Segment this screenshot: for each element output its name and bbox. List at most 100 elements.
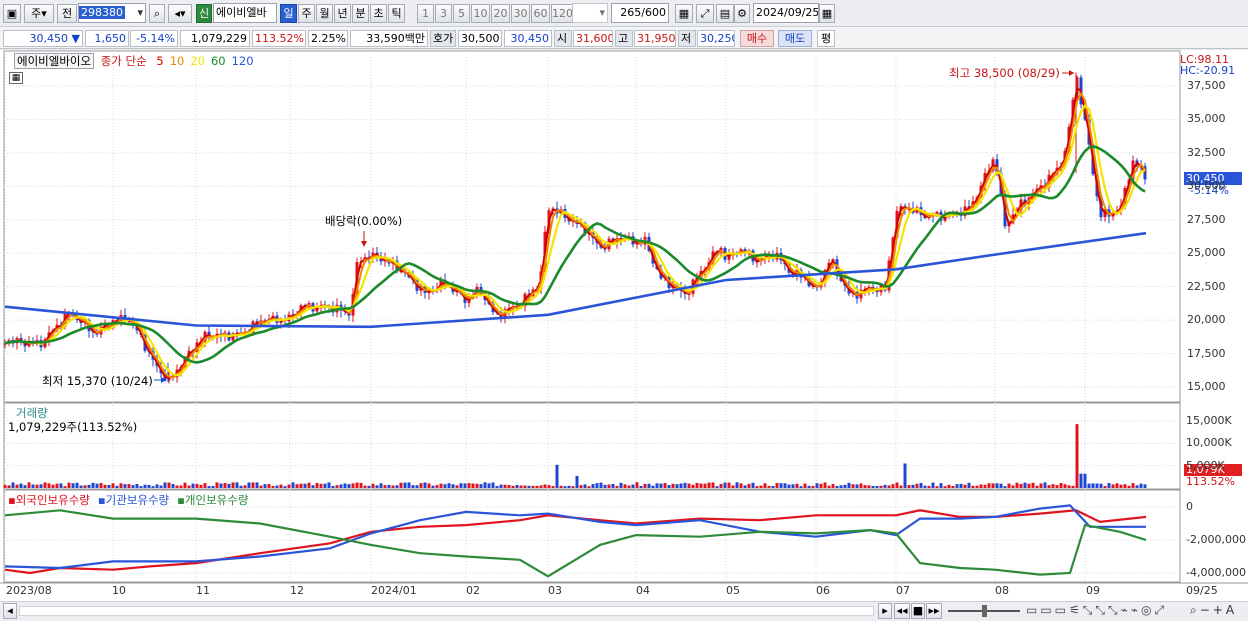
zoom-slider-thumb[interactable]: [982, 605, 987, 617]
period-tab-1[interactable]: 주: [298, 4, 315, 23]
ma-period-5: 5: [156, 54, 164, 68]
volume-bar: [107, 484, 111, 488]
volume-bar: [999, 483, 1003, 488]
volume-bar: [663, 482, 667, 488]
volume-bar: [527, 485, 531, 488]
volume-bar: [1111, 484, 1115, 488]
bid-value: 30,500: [458, 30, 502, 47]
volume-bar: [151, 486, 155, 488]
volume-bar: [739, 483, 743, 488]
volume-bar: [319, 483, 323, 488]
period-tab-0[interactable]: 일: [280, 4, 297, 23]
holder-tick-2: -4,000,000: [1186, 566, 1246, 579]
zoom-controls[interactable]: ⌕−+A: [1190, 603, 1237, 618]
volume-bar: [1039, 483, 1043, 488]
x-tick-9: 06: [816, 584, 830, 597]
interval-tab-4[interactable]: 20: [491, 4, 510, 23]
interval-tab-5[interactable]: 30: [511, 4, 530, 23]
prev-button[interactable]: 전: [57, 4, 77, 23]
price-tick-9: 15,000: [1187, 380, 1226, 393]
volume-tick-2: 5,000K: [1186, 458, 1225, 472]
period-tab-2[interactable]: 월: [316, 4, 333, 23]
volume-bar: [59, 483, 63, 488]
period-tab-4[interactable]: 분: [352, 4, 369, 23]
volume-bar: [995, 483, 999, 488]
interval-tab-1[interactable]: 3: [435, 4, 452, 23]
interval-tab-6[interactable]: 60: [531, 4, 550, 23]
volume-bar: [327, 482, 331, 488]
tool-icons[interactable]: ▭▭▭⚟⤡⤡⤡⌁⌁◎⤢: [1026, 603, 1167, 618]
volume-bar: [231, 482, 235, 488]
ma-period-20: 20: [190, 54, 205, 68]
count-field[interactable]: 265/600: [611, 3, 669, 23]
rewind-icon[interactable]: ◂◂: [894, 603, 910, 619]
volume-bar: [939, 483, 943, 488]
forward-icon[interactable]: ▸▸: [926, 603, 942, 619]
x-tick-1: 10: [112, 584, 126, 597]
save-icon[interactable]: ▤: [716, 4, 734, 23]
buy-button[interactable]: 매수: [740, 30, 774, 47]
search-icon[interactable]: ⌕: [149, 4, 165, 23]
volume-bar: [415, 485, 419, 488]
chart-area: 에이비엘바이오 종가 단순 5 10 20 60 120 ▦ 거래량 1,079,229…: [0, 50, 1248, 602]
volume-bar: [731, 485, 735, 488]
volume-bar: [935, 486, 939, 488]
scroll-left-icon[interactable]: ◂: [3, 603, 17, 619]
interval-tab-7[interactable]: 120: [551, 4, 573, 23]
stock-name-field[interactable]: 에이비엘바: [213, 3, 277, 23]
volume-bar: [1035, 485, 1039, 488]
volume-bar: [1059, 483, 1063, 488]
volume-bar: [671, 483, 675, 488]
volume-bar: [63, 486, 67, 488]
code-input[interactable]: 298380 ▾: [78, 3, 146, 23]
table-icon[interactable]: ▦: [9, 72, 23, 84]
volume-bar: [1139, 483, 1143, 488]
eval-button[interactable]: 평: [817, 30, 835, 47]
volume-bar: [991, 483, 995, 488]
interval-tab-2[interactable]: 5: [453, 4, 470, 23]
interval-select[interactable]: ▾: [572, 3, 608, 23]
volume-bar: [1091, 483, 1095, 488]
volume-bar: [83, 485, 87, 488]
volume-bar: [815, 483, 819, 488]
current-volume-pct: 113.52%: [1186, 475, 1235, 488]
volume-bar: [235, 482, 239, 488]
volume-bar: [263, 484, 267, 488]
volume-bar: [927, 485, 931, 488]
hc-label: HC:-20.91: [1180, 64, 1236, 77]
period-select[interactable]: 주▾: [24, 4, 54, 23]
interval-tab-3[interactable]: 10: [471, 4, 490, 23]
period-tab-5[interactable]: 초: [370, 4, 387, 23]
zoom-icon[interactable]: ⤢: [696, 4, 714, 23]
volume-bar: [27, 482, 31, 488]
gear-icon[interactable]: ⚙: [734, 4, 750, 23]
date-field[interactable]: 2024/09/25: [753, 3, 819, 23]
volume-bar: [579, 485, 583, 488]
volume-bar: [903, 463, 907, 488]
volume-bar: [503, 484, 507, 488]
volume-bar: [763, 483, 767, 488]
volume-bar: [383, 485, 387, 488]
holder-tick-0: 0: [1186, 500, 1193, 513]
period-tab-3[interactable]: 년: [334, 4, 351, 23]
volume-bar: [311, 485, 315, 488]
sell-button[interactable]: 매도: [778, 30, 812, 47]
volume-bar: [23, 485, 27, 488]
volume-bar: [883, 484, 887, 488]
interval-tab-0[interactable]: 1: [417, 4, 434, 23]
volume-bar: [727, 482, 731, 488]
volume-bar: [1127, 485, 1131, 488]
volume-bar: [1075, 424, 1079, 488]
volume-bar: [395, 485, 399, 488]
scrollbar-track[interactable]: [19, 606, 874, 616]
low-note: 최저 15,370 (10/24): [42, 374, 153, 388]
chart-icon[interactable]: ▣: [3, 4, 21, 23]
period-tab-6[interactable]: 틱: [388, 4, 405, 23]
scroll-right-icon[interactable]: ▸: [878, 603, 892, 619]
sound-icon[interactable]: ◂▾: [168, 4, 192, 23]
stop-icon[interactable]: ■: [911, 603, 925, 619]
volume-bar: [431, 485, 435, 488]
grid-icon[interactable]: ▦: [675, 4, 693, 23]
calendar-icon[interactable]: ▦: [819, 4, 835, 23]
volume-bar: [291, 482, 295, 488]
